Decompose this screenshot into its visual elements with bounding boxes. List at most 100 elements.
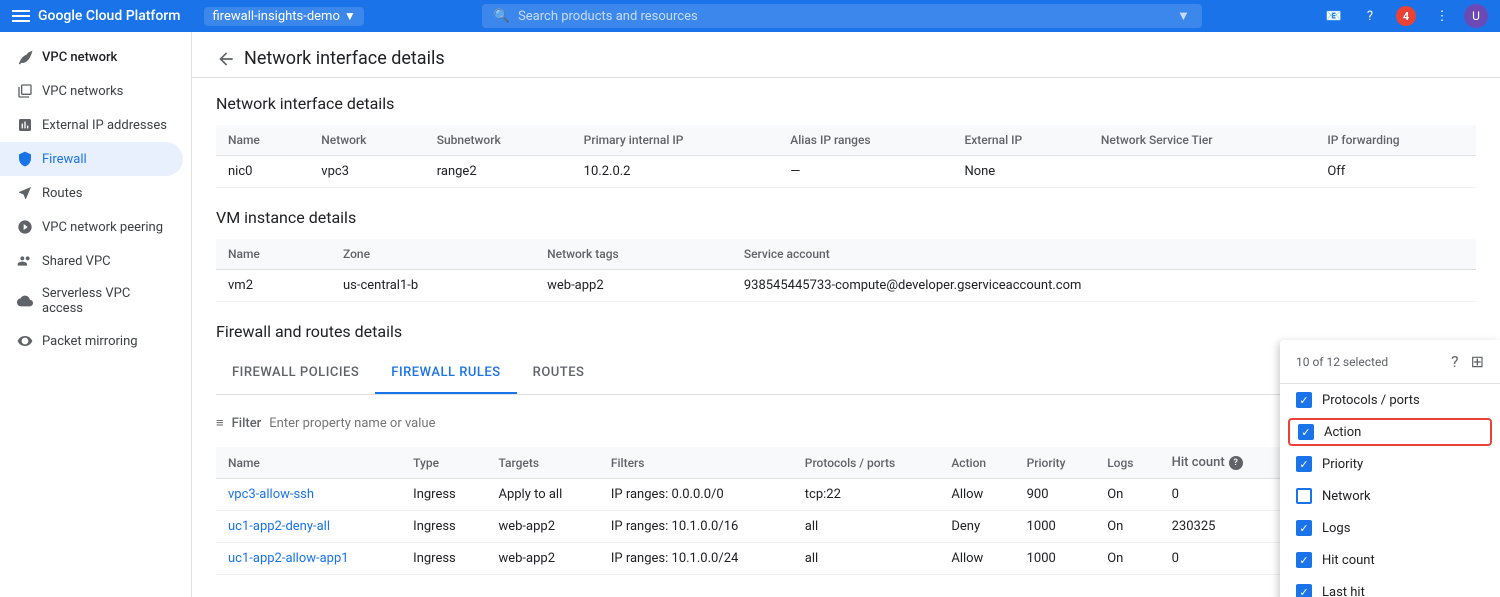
sidebar-item-external-ip[interactable]: External IP addresses (0, 108, 183, 142)
col-hit-count: Hit count ? (1160, 447, 1282, 479)
checkbox-network[interactable] (1296, 488, 1312, 504)
col-network: Network (309, 125, 424, 156)
column-help-icon[interactable]: ? (1451, 352, 1459, 371)
cell-logs: On (1095, 543, 1159, 575)
col-network-service: Network Service Tier (1089, 125, 1315, 156)
sidebar: VPC network VPC networks External IP add… (0, 32, 192, 597)
cell-name: vm2 (216, 270, 331, 302)
sidebar-item-label: VPC networks (42, 84, 123, 99)
sidebar-item-packet-mirroring[interactable]: Packet mirroring (0, 324, 183, 358)
cell-zone: us-central1-b (331, 270, 535, 302)
cell-priority: 1000 (1015, 543, 1096, 575)
cell-hit-count: 0 (1160, 479, 1282, 511)
more-icon: ⋮ (1436, 9, 1449, 24)
checkbox-last-hit[interactable]: ✓ (1296, 584, 1312, 597)
col-action: Action (939, 447, 1014, 479)
help-button[interactable]: ? (1356, 2, 1384, 30)
sidebar-section-title: VPC network (42, 50, 117, 65)
tab-routes[interactable]: ROUTES (517, 353, 601, 394)
sidebar-item-routes[interactable]: Routes (0, 176, 183, 210)
cell-network-tags: web-app2 (535, 270, 732, 302)
serverless-vpc-icon (16, 292, 34, 310)
shared-vpc-icon (16, 252, 34, 270)
checkbox-logs[interactable]: ✓ (1296, 520, 1312, 536)
hit-count-help-icon[interactable]: ? (1229, 456, 1243, 470)
sidebar-item-vpc-peering[interactable]: VPC network peering (0, 210, 183, 244)
alerts-button[interactable]: 4 (1392, 2, 1420, 30)
cell-type: Ingress (401, 511, 486, 543)
col-network-tags: Network tags (535, 239, 732, 270)
vm-instance-section: VM instance details Name Zone Network ta… (216, 208, 1476, 302)
col-subnetwork: Subnetwork (425, 125, 572, 156)
search-box[interactable]: 🔍 ▼ (482, 4, 1202, 28)
project-selector[interactable]: firewall-insights-demo ▼ (204, 7, 363, 26)
sidebar-item-firewall[interactable]: Firewall (0, 142, 183, 176)
sidebar-item-shared-vpc[interactable]: Shared VPC (0, 244, 183, 278)
cell-action: Allow (939, 479, 1014, 511)
search-container: 🔍 ▼ (388, 4, 1296, 28)
cell-service-tier (1089, 156, 1315, 188)
col-logs: Logs (1095, 447, 1159, 479)
tab-firewall-rules[interactable]: FIREWALL RULES (375, 353, 516, 394)
column-label-last-hit: Last hit (1322, 585, 1365, 597)
cell-hit-count: 230325 (1160, 511, 1282, 543)
cell-logs: On (1095, 479, 1159, 511)
cell-alias-ip: — (778, 156, 952, 188)
sidebar-item-vpc-networks[interactable]: VPC networks (0, 74, 183, 108)
table-row: vm2 us-central1-b web-app2 938545445733-… (216, 270, 1476, 302)
cell-action: Deny (939, 511, 1014, 543)
cell-filters: IP ranges: 10.1.0.0/24 (599, 543, 793, 575)
more-options-button[interactable]: ⋮ (1428, 2, 1456, 30)
app-title: Google Cloud Platform (38, 8, 180, 24)
vm-instance-title: VM instance details (216, 208, 1476, 227)
search-icon: 🔍 (494, 9, 510, 24)
col-filters: Filters (599, 447, 793, 479)
checkbox-action[interactable]: ✓ (1298, 424, 1314, 440)
column-item-action[interactable]: ✓ Action (1288, 418, 1492, 446)
cell-protocols: tcp:22 (793, 479, 940, 511)
column-label-action: Action (1324, 425, 1361, 440)
column-item-protocols[interactable]: ✓ Protocols / ports (1280, 384, 1500, 416)
sidebar-item-label: Routes (42, 186, 82, 201)
avatar[interactable]: U (1464, 4, 1488, 28)
cell-protocols: all (793, 511, 940, 543)
sidebar-item-label: Packet mirroring (42, 334, 138, 349)
cell-targets: Apply to all (486, 479, 598, 511)
col-service-account: Service account (732, 239, 1476, 270)
network-interface-table: Name Network Subnetwork Primary internal… (216, 125, 1476, 188)
bell-icon: 📧 (1326, 9, 1342, 24)
sidebar-item-serverless-vpc[interactable]: Serverless VPC access (0, 278, 183, 324)
cell-name: uc1-app2-allow-app1 (216, 543, 401, 575)
alert-icon: 4 (1396, 6, 1416, 26)
external-ip-icon (16, 116, 34, 134)
cell-primary-ip: 10.2.0.2 (572, 156, 779, 188)
column-label-hit-count: Hit count (1322, 553, 1375, 568)
column-item-logs[interactable]: ✓ Logs (1280, 512, 1500, 544)
column-label-logs: Logs (1322, 521, 1350, 536)
cell-type: Ingress (401, 479, 486, 511)
column-item-network[interactable]: Network (1280, 480, 1500, 512)
search-input[interactable] (518, 9, 1169, 24)
column-label-priority: Priority (1322, 457, 1363, 472)
checkbox-hit-count[interactable]: ✓ (1296, 552, 1312, 568)
column-item-last-hit[interactable]: ✓ Last hit (1280, 576, 1500, 597)
back-button[interactable] (216, 49, 236, 69)
cell-priority: 1000 (1015, 511, 1096, 543)
col-zone: Zone (331, 239, 535, 270)
column-item-priority[interactable]: ✓ Priority (1280, 448, 1500, 480)
firewall-icon (16, 150, 34, 168)
notifications-button[interactable]: 📧 (1320, 2, 1348, 30)
column-item-hit-count[interactable]: ✓ Hit count (1280, 544, 1500, 576)
cell-priority: 900 (1015, 479, 1096, 511)
checkbox-protocols[interactable]: ✓ (1296, 392, 1312, 408)
cell-service-account: 938545445733-compute@developer.gservicea… (732, 270, 1476, 302)
menu-icon[interactable] (12, 10, 30, 22)
col-name: Name (216, 125, 309, 156)
column-grid-icon[interactable]: ⊞ (1471, 352, 1484, 371)
cell-targets: web-app2 (486, 543, 598, 575)
layout: VPC network VPC networks External IP add… (0, 32, 1500, 597)
help-icon: ? (1367, 9, 1373, 24)
network-interface-title: Network interface details (216, 94, 1476, 113)
tab-firewall-policies[interactable]: FIREWALL POLICIES (216, 353, 375, 394)
checkbox-priority[interactable]: ✓ (1296, 456, 1312, 472)
